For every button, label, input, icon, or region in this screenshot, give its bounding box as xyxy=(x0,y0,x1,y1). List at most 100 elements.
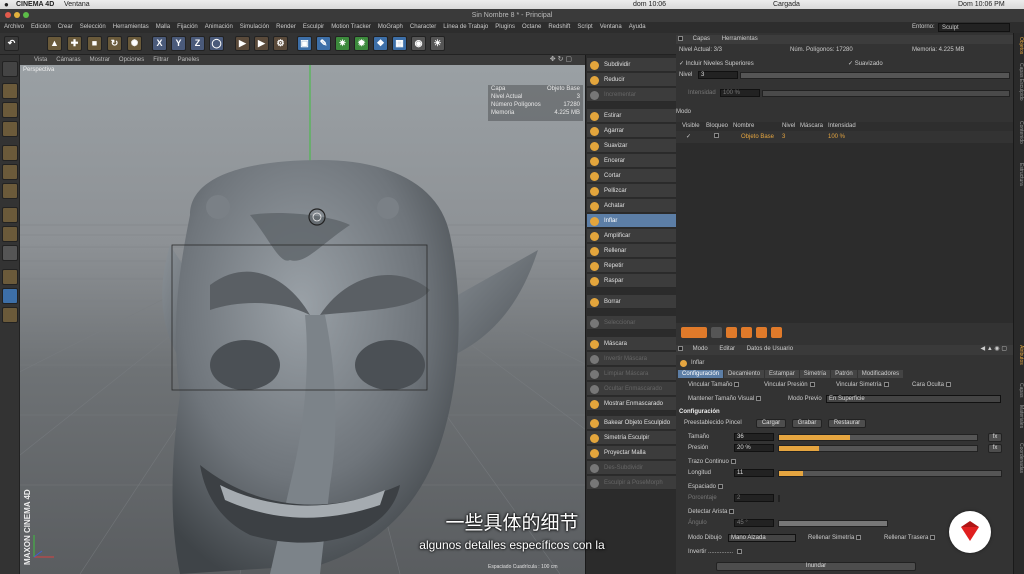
presion-field[interactable]: 20 % xyxy=(734,444,774,452)
cara-oculta-checkbox[interactable]: Cara Oculta xyxy=(912,381,953,390)
brush-tool-máscara[interactable]: Máscara xyxy=(587,337,676,351)
make-editable-icon[interactable] xyxy=(2,61,18,77)
move-tool-icon[interactable]: ✚ xyxy=(67,36,82,51)
light-icon[interactable]: ☀ xyxy=(430,36,445,51)
undo-icon[interactable]: ↶ xyxy=(4,36,19,51)
vtab-estructura[interactable]: Estructura xyxy=(1015,163,1024,186)
brush-tool-reducir[interactable]: Reducir xyxy=(587,73,676,87)
visible-check[interactable]: ✓ xyxy=(686,133,691,142)
menu-item[interactable]: Simulación xyxy=(240,24,269,30)
tab-decamiento[interactable]: Decamiento xyxy=(724,370,765,378)
brush-tool-repetir[interactable]: Repetir xyxy=(587,259,676,273)
brush-tool-mostrar-enmascarado[interactable]: Mostrar Enmascarado xyxy=(587,397,676,411)
snap-icon[interactable] xyxy=(2,245,18,261)
vincular-tamano-checkbox[interactable]: Vincular Tamaño xyxy=(688,381,741,390)
espaciado-checkbox[interactable]: Espaciado xyxy=(688,483,725,492)
brush-tool-rellenar[interactable]: Rellenar xyxy=(587,244,676,258)
sculpt-layer-icon[interactable] xyxy=(2,269,18,285)
z-axis-button[interactable]: Z xyxy=(190,36,205,51)
scale-tool-icon[interactable]: ■ xyxy=(87,36,102,51)
longitud-slider[interactable] xyxy=(778,470,1002,477)
menu-item[interactable]: Ayuda xyxy=(629,24,646,30)
attr-nav-icons[interactable]: ◀ ▲ ◉ ▢ xyxy=(981,345,1007,354)
viewport-nav-icons[interactable]: ✥ ↻ ▢ xyxy=(550,55,572,65)
minimize-window-icon[interactable] xyxy=(14,12,20,18)
model-mode-icon[interactable] xyxy=(2,83,18,99)
lock-check[interactable] xyxy=(714,133,719,138)
tab-herramientas[interactable]: Herramientas xyxy=(722,36,758,42)
subdivision-icon[interactable]: ✷ xyxy=(335,36,350,51)
menu-item[interactable]: Línea de Trabajo xyxy=(443,24,488,30)
vtab-capas[interactable]: Capas xyxy=(1015,383,1024,397)
vtab-capas-esculpido[interactable]: Capas Esculpido xyxy=(1015,63,1024,101)
camera-icon[interactable]: ◉ xyxy=(411,36,426,51)
modo-previo-select[interactable]: En Superficie xyxy=(826,395,1001,403)
axis-mode-icon[interactable] xyxy=(2,207,18,223)
recent-tool-icon[interactable]: ✺ xyxy=(127,36,142,51)
nivel-field[interactable]: 3 xyxy=(698,71,738,79)
brush-tool-bakear-objeto-esculpido[interactable]: Bakear Objeto Esculpido xyxy=(587,416,676,430)
add-layer-icon[interactable] xyxy=(681,327,707,338)
vtab-contenido[interactable]: Contenido xyxy=(1015,121,1024,144)
tab-capas[interactable]: Capas xyxy=(693,36,710,42)
brush-tool-suavizar[interactable]: Suavizar xyxy=(587,139,676,153)
coordinate-system-icon[interactable]: ◯ xyxy=(209,36,224,51)
menu-item[interactable]: Crear xyxy=(58,24,73,30)
menu-item[interactable]: Render xyxy=(276,24,296,30)
nivel-slider[interactable] xyxy=(740,72,1010,79)
mantener-tamano-checkbox[interactable]: Mantener Tamaño Visual xyxy=(688,395,763,404)
pen-icon[interactable]: ✎ xyxy=(316,36,331,51)
menu-item[interactable]: Selección xyxy=(80,24,106,30)
brush-tool-inflar[interactable]: Inflar xyxy=(587,214,676,228)
vtab-objetos[interactable]: Objetos xyxy=(1015,37,1024,54)
brush-tool-subdividir[interactable]: Subdividir xyxy=(587,58,676,72)
viewport-menu-filtrar[interactable]: Filtrar xyxy=(153,57,168,63)
edges-mode-icon[interactable] xyxy=(2,164,18,180)
brush-tool-esculpir-a-posemorph[interactable]: Esculpir a PoseMorph xyxy=(587,476,676,490)
vincular-presion-checkbox[interactable]: Vincular Presión xyxy=(764,381,817,390)
zoom-window-icon[interactable] xyxy=(23,12,29,18)
app-menu[interactable]: CINEMA 4D xyxy=(16,0,54,9)
apple-icon[interactable]: ● xyxy=(4,0,9,9)
suavizado-checkbox[interactable]: ✓ Suavizado xyxy=(848,60,883,69)
longitud-field[interactable]: 11 xyxy=(734,469,774,477)
brush-tool-seleccionar[interactable]: Seleccionar xyxy=(587,316,676,330)
panel-menu-icon[interactable] xyxy=(678,35,683,41)
tamano-slider[interactable] xyxy=(778,434,978,441)
floor-icon[interactable]: ▦ xyxy=(392,36,407,51)
copy-layer-icon[interactable] xyxy=(741,327,752,338)
attr-menu-modo[interactable]: Modo xyxy=(693,346,708,352)
tamano-field[interactable]: 36 xyxy=(734,433,774,441)
tab-estampar[interactable]: Estampar xyxy=(765,370,799,378)
brush-tool-limpiar-máscara[interactable]: Limpiar Máscara xyxy=(587,367,676,381)
intensidad-field[interactable]: 100 % xyxy=(720,89,760,97)
tab-configuracion[interactable]: Configuración xyxy=(678,370,724,378)
tab-modificadores[interactable]: Modificadores xyxy=(857,370,904,378)
menu-item[interactable]: Esculpir xyxy=(303,24,324,30)
viewport-menu-opciones[interactable]: Opciones xyxy=(119,57,144,63)
brush-tool-borrar[interactable]: Borrar xyxy=(587,295,676,309)
vincular-simetria-checkbox[interactable]: Vincular Simetría xyxy=(836,381,891,390)
brush-tool-encerar[interactable]: Encerar xyxy=(587,154,676,168)
tab-simetria[interactable]: Simetría xyxy=(799,370,831,378)
menu-item[interactable]: Redshift xyxy=(548,24,570,30)
menu-item[interactable]: MoGraph xyxy=(378,24,403,30)
brush-tool-cortar[interactable]: Cortar xyxy=(587,169,676,183)
menu-item[interactable]: Herramientas xyxy=(113,24,149,30)
tweak-mode-icon[interactable] xyxy=(2,226,18,242)
brush-tool-ocultar-enmascarado[interactable]: Ocultar Enmascarado xyxy=(587,382,676,396)
brush-tool-des-subdividir[interactable]: Des-Subdividir xyxy=(587,461,676,475)
deformer-icon[interactable]: ❖ xyxy=(373,36,388,51)
rotate-tool-icon[interactable]: ↻ xyxy=(107,36,122,51)
3d-viewport[interactable]: Perspectiva Espaciado Cuadrícula : 100 c… xyxy=(20,65,585,574)
brush-tool-incrementar[interactable]: Incrementar xyxy=(587,88,676,102)
tamano-fx-button[interactable]: fx xyxy=(988,433,1002,442)
menu-item[interactable]: Script xyxy=(577,24,592,30)
menu-item[interactable]: Character xyxy=(410,24,436,30)
cloner-icon[interactable]: ✹ xyxy=(354,36,369,51)
polygons-mode-icon[interactable] xyxy=(2,183,18,199)
cube-icon[interactable]: ▣ xyxy=(297,36,312,51)
brush-tool-amplificar[interactable]: Amplificar xyxy=(587,229,676,243)
select-tool-icon[interactable]: ▲ xyxy=(47,36,62,51)
viewport-menu-vista[interactable]: Vista xyxy=(34,57,47,63)
